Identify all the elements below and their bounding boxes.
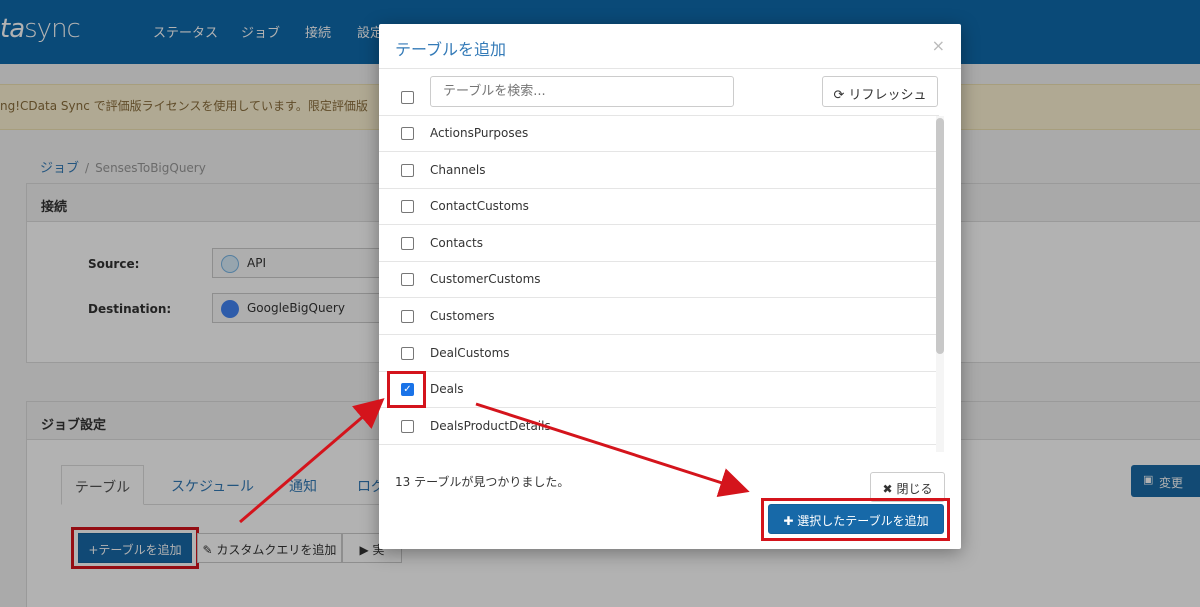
table-row-checkbox[interactable] (401, 310, 414, 323)
table-row[interactable]: Customers (379, 299, 939, 335)
table-row-checkbox[interactable] (401, 200, 414, 214)
refresh-icon: ⟳ (833, 88, 845, 103)
table-row-name: DealsProductDetails (430, 418, 551, 433)
table-row-checkbox[interactable] (401, 163, 414, 177)
table-row[interactable]: DealsProductDetails (379, 409, 939, 445)
table-row-checkbox[interactable] (401, 346, 414, 360)
table-row[interactable]: ContactCustoms (379, 189, 939, 226)
modal-header-divider (379, 68, 961, 69)
table-row[interactable]: ActionsPurposes (379, 116, 939, 152)
refresh-label: リフレッシュ (848, 88, 927, 103)
table-row-name: Contacts (430, 235, 483, 250)
table-row-name: Deals (430, 382, 464, 397)
table-row[interactable]: ✓ Deals (379, 372, 939, 409)
table-row[interactable]: CustomerCustoms (379, 262, 939, 299)
table-row-checkbox[interactable] (401, 127, 414, 140)
table-row-name: CustomerCustoms (430, 272, 541, 287)
modal-title: テーブルを追加 (395, 40, 507, 59)
highlight-deals-checkbox (387, 371, 426, 408)
table-row-name: ContactCustoms (430, 199, 529, 214)
table-row-name: Channels (430, 162, 486, 177)
table-row-name: DealCustoms (430, 345, 510, 360)
scrollbar-thumb[interactable] (936, 118, 944, 354)
close-x-icon: ✖ (882, 482, 893, 496)
table-row-name: Customers (430, 309, 495, 323)
tables-found-text: 13 テーブルが見つかりました。 (395, 475, 570, 489)
select-all-checkbox[interactable] (401, 91, 414, 104)
table-row-name: ActionsPurposes (430, 126, 529, 140)
modal-close-label: 閉じる (896, 482, 933, 496)
table-row-checkbox[interactable] (401, 419, 414, 433)
table-row-checkbox[interactable] (401, 236, 414, 250)
table-row[interactable]: Channels (379, 153, 939, 189)
refresh-button[interactable]: ⟳ リフレッシュ (822, 76, 938, 107)
add-table-modal: テーブルを追加 × ⟳ リフレッシュ ActionsPurposes Channe… (379, 24, 961, 549)
table-list: ActionsPurposes Channels ContactCustoms Con… (379, 115, 939, 452)
highlight-add-selected (761, 498, 950, 541)
modal-close-icon[interactable]: × (932, 36, 945, 55)
table-row[interactable]: DealCustoms (379, 336, 939, 372)
table-row-checkbox[interactable] (401, 273, 414, 287)
table-row[interactable]: Contacts (379, 226, 939, 262)
table-search-input[interactable] (430, 76, 734, 107)
